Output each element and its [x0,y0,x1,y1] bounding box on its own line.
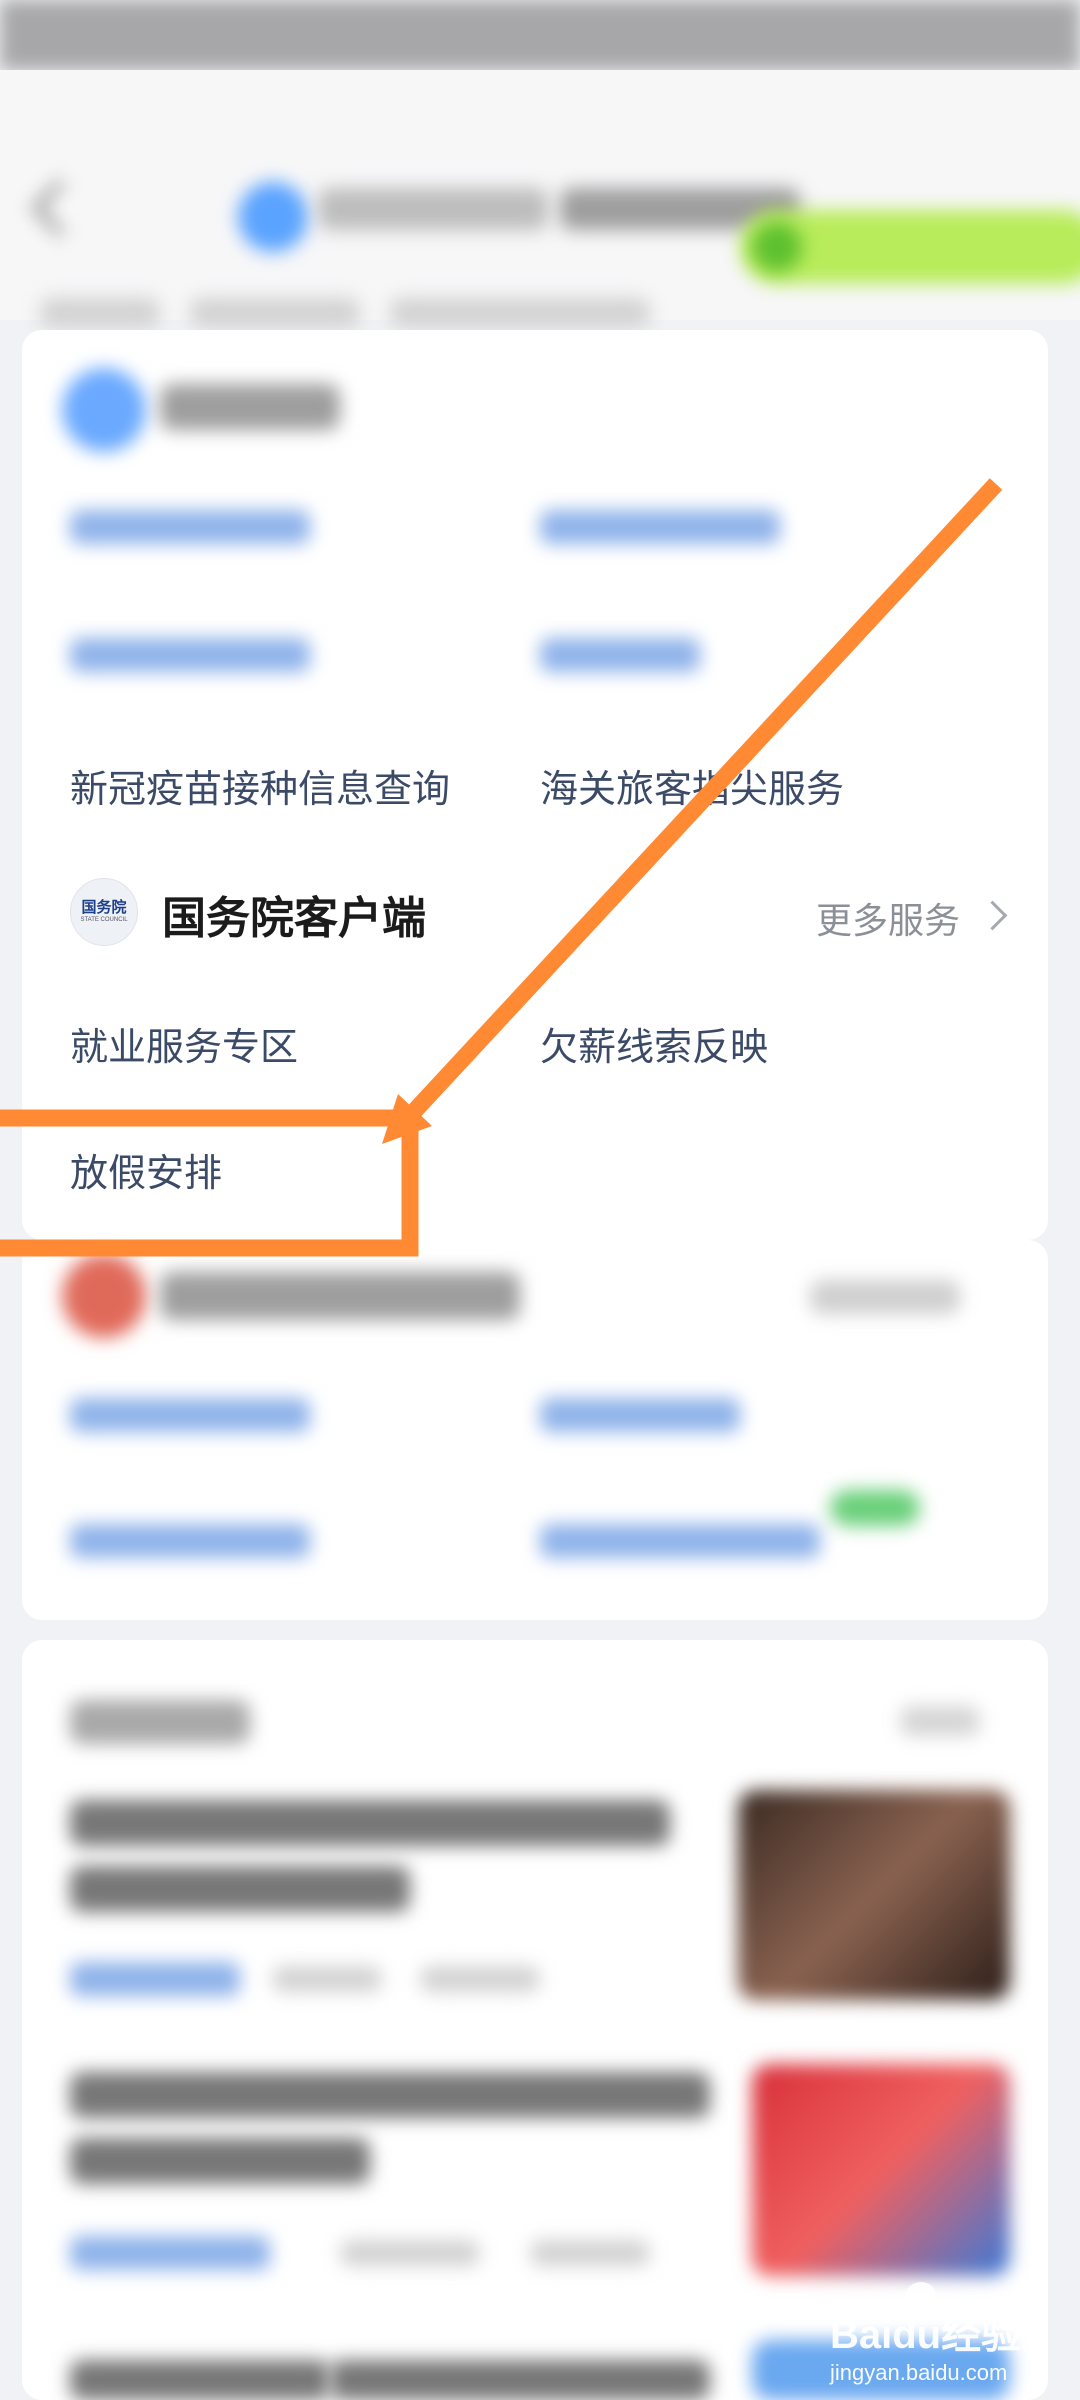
watermark-brand: Baidu经验 [830,2313,1022,2357]
annotation-highlight-box [0,1109,419,1257]
baidu-watermark: Baidu经验 jingyan.baidu.com [826,2282,1076,2392]
annotation-overlay [0,478,1003,1257]
watermark-url: jingyan.baidu.com [830,2360,1008,2385]
annotation-arrow [382,478,1003,1144]
